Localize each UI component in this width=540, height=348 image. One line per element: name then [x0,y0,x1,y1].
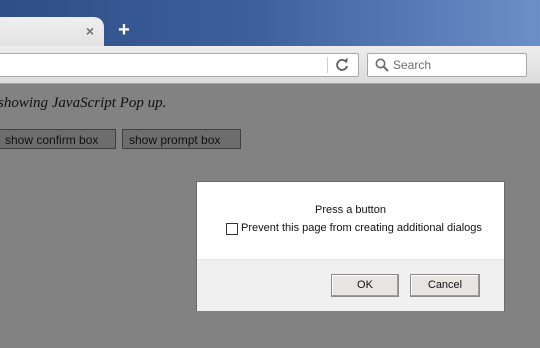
prevent-dialogs-label[interactable]: Prevent this page from creating addition… [241,222,482,234]
search-box[interactable]: Search [367,53,527,77]
reload-icon[interactable] [333,56,351,74]
browser-tab[interactable]: × [0,17,104,46]
navigation-toolbar: Search [0,46,540,84]
new-tab-button[interactable]: + [114,20,134,40]
dialog-body: Press a button Prevent this page from cr… [197,182,504,259]
dialog-message: Press a button [315,204,386,216]
cancel-button[interactable]: Cancel [410,274,480,297]
address-bar[interactable] [0,53,359,77]
tab-strip: × + [0,0,540,46]
page-heading: showing JavaScript Pop up. [0,95,167,111]
ok-button[interactable]: OK [331,274,399,297]
show-confirm-box-button[interactable]: show confirm box [0,129,116,149]
search-icon [375,58,389,72]
dialog-footer: OK Cancel [197,259,504,311]
search-placeholder: Search [393,58,432,72]
confirm-dialog: Press a button Prevent this page from cr… [196,181,505,311]
show-prompt-box-button[interactable]: show prompt box [122,129,241,149]
address-bar-divider [327,57,328,73]
prevent-dialogs-checkbox[interactable] [226,223,238,235]
close-tab-icon[interactable]: × [84,24,96,38]
